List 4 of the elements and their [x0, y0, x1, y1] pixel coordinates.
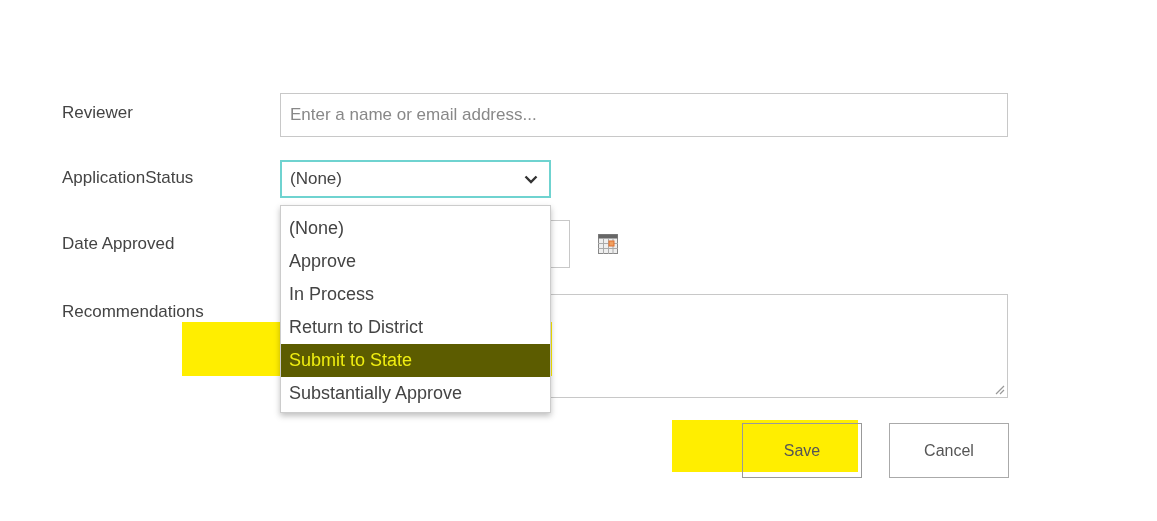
field-label: Date Approved [62, 234, 176, 254]
field-label: ApplicationStatus [62, 168, 195, 188]
field-label: Reviewer [62, 103, 134, 123]
field-label: Recommendations [62, 302, 205, 322]
